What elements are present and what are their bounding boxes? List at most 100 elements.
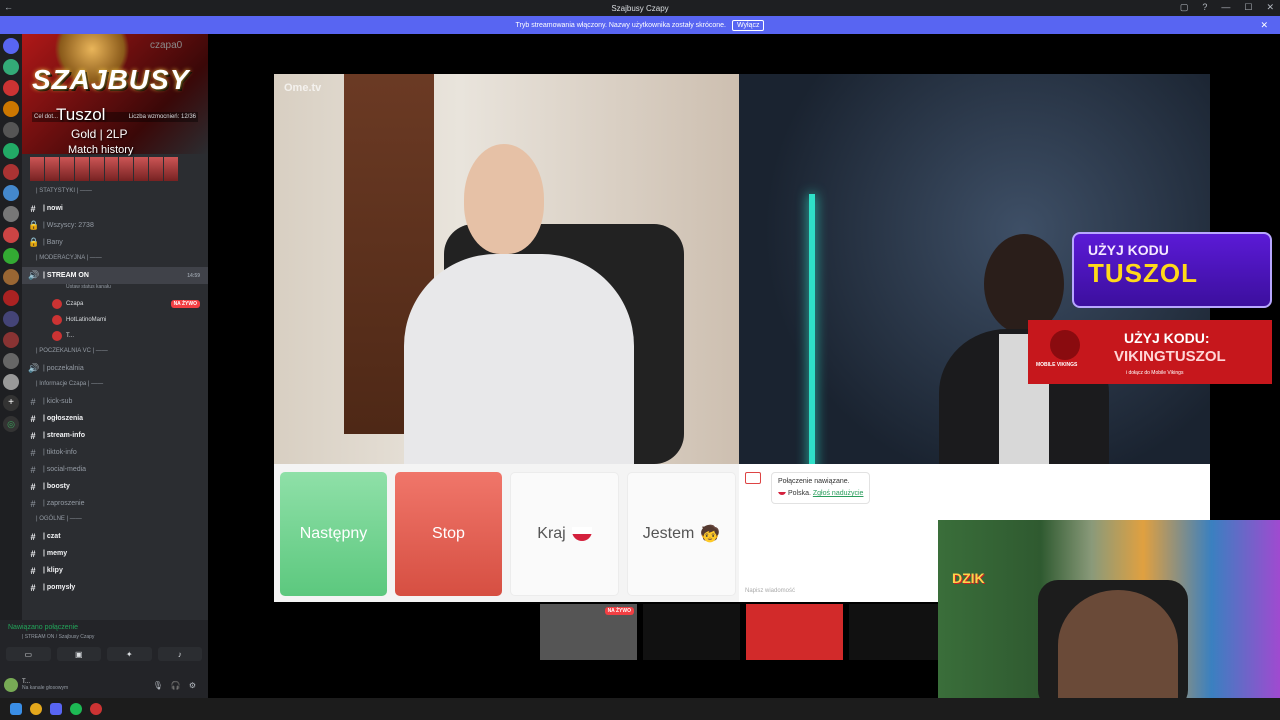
report-link[interactable]: Zgłoś nadużycie bbox=[813, 490, 864, 497]
vikings-logo-icon bbox=[1050, 330, 1080, 360]
channel-item[interactable]: # | zaproszenie bbox=[22, 495, 208, 512]
overlay-match-history: Match history bbox=[68, 144, 134, 156]
chrome-icon[interactable] bbox=[30, 703, 42, 715]
server-icon[interactable] bbox=[3, 311, 19, 327]
server-icon[interactable] bbox=[3, 143, 19, 159]
channel-item[interactable]: # | tiktok-info bbox=[22, 444, 208, 461]
channel-item[interactable]: 🔊 | STREAM ON 14:59 bbox=[22, 267, 208, 284]
server-icon[interactable] bbox=[3, 353, 19, 369]
disable-button[interactable]: Wyłącz bbox=[731, 19, 765, 31]
participant-tile[interactable]: NA ŻYWO bbox=[540, 604, 637, 660]
server-icon[interactable] bbox=[3, 290, 19, 306]
country-button[interactable]: Kraj bbox=[510, 472, 619, 596]
channel-item[interactable]: 🔒 | Wszyscy: 2738 bbox=[22, 217, 208, 234]
mic-icon[interactable]: 🎙 bbox=[153, 681, 163, 690]
minimize-icon[interactable]: — bbox=[1221, 2, 1230, 13]
category-header[interactable]: | POCZEKALNIA VC | —— bbox=[22, 344, 208, 360]
user-bar: T... Na kanale głosowym 🎙 🎧 ⚙ bbox=[0, 672, 208, 698]
category-header[interactable]: | Informacje Czapa | —— bbox=[22, 377, 208, 393]
category-header[interactable]: | OGÓLNE | —— bbox=[22, 512, 208, 528]
channel-label: | czat bbox=[43, 533, 61, 540]
avatar[interactable] bbox=[4, 678, 18, 692]
lock-icon: 🔒 bbox=[28, 220, 40, 230]
voice-user-name: HotLatinoMami bbox=[66, 317, 107, 323]
server-icon[interactable] bbox=[3, 185, 19, 201]
soundboard-icon[interactable]: ♪ bbox=[157, 647, 202, 661]
discord-icon[interactable] bbox=[50, 703, 62, 715]
avatar bbox=[52, 299, 62, 309]
app-icon[interactable] bbox=[90, 703, 102, 715]
dzik-sign: DZIK bbox=[952, 570, 985, 586]
hashtag-icon: # bbox=[30, 548, 36, 559]
participant-tile[interactable] bbox=[643, 604, 740, 660]
server-icon[interactable] bbox=[3, 248, 19, 264]
start-icon[interactable] bbox=[10, 703, 22, 715]
channel-item[interactable]: 🔊 | poczekalnia bbox=[22, 360, 208, 377]
next-button[interactable]: Następny bbox=[280, 472, 387, 596]
channel-item[interactable]: # | stream-info bbox=[22, 427, 208, 444]
home-icon[interactable] bbox=[3, 38, 19, 54]
channel-item[interactable]: # | ogłoszenia bbox=[22, 410, 208, 427]
server-icon[interactable] bbox=[3, 101, 19, 117]
hashtag-icon: # bbox=[30, 464, 36, 475]
voice-channel-info[interactable]: | STREAM ON / Szajbusy Czapy bbox=[22, 634, 94, 640]
champion-thumb bbox=[134, 157, 149, 181]
voice-user[interactable]: Czapa NA ŻYWO bbox=[22, 296, 208, 312]
message-input[interactable]: Napisz wiadomość bbox=[745, 588, 795, 594]
server-icon[interactable] bbox=[3, 164, 19, 180]
server-icon[interactable] bbox=[3, 80, 19, 96]
headphones-icon[interactable]: 🎧 bbox=[171, 681, 181, 690]
channel-label: | tiktok-info bbox=[43, 449, 77, 456]
channel-item[interactable]: # | boosty bbox=[22, 478, 208, 495]
close-icon[interactable]: ✕ bbox=[1260, 20, 1268, 31]
streamer-facecam: DZIK bbox=[938, 520, 1280, 698]
server-icon[interactable] bbox=[3, 59, 19, 75]
stop-button[interactable]: Stop bbox=[395, 472, 502, 596]
channel-label: | nowi bbox=[43, 205, 63, 212]
server-icon[interactable] bbox=[3, 206, 19, 222]
voice-controls: ▭ ▣ ✦ ♪ bbox=[6, 647, 202, 661]
channel-item[interactable]: # | nowi bbox=[22, 200, 208, 217]
discover-icon[interactable]: ◎ bbox=[3, 416, 19, 432]
participant-tile[interactable] bbox=[746, 604, 843, 660]
channel-item[interactable]: # | czat bbox=[22, 528, 208, 545]
server-icon[interactable] bbox=[3, 332, 19, 348]
server-icon[interactable] bbox=[3, 227, 19, 243]
server-icon[interactable] bbox=[3, 269, 19, 285]
activities-icon[interactable]: ✦ bbox=[107, 647, 152, 661]
streamer-person bbox=[1058, 590, 1178, 698]
gear-icon[interactable]: ⚙ bbox=[189, 681, 196, 690]
participant-thumbnails: NA ŻYWO bbox=[540, 604, 946, 660]
close-icon[interactable]: ✕ bbox=[1266, 2, 1274, 13]
channel-label: | kick-sub bbox=[43, 398, 73, 405]
gender-button[interactable]: Jestem 🧒 bbox=[627, 472, 736, 596]
camera-icon[interactable]: ▭ bbox=[6, 647, 51, 661]
inbox-icon[interactable]: ▢ bbox=[1180, 2, 1189, 13]
channel-item[interactable]: # | kick-sub bbox=[22, 393, 208, 410]
maximize-icon[interactable]: ☐ bbox=[1244, 2, 1252, 13]
channel-item[interactable]: # | klipy bbox=[22, 562, 208, 579]
participant-tile[interactable] bbox=[849, 604, 946, 660]
category-header[interactable]: | STATYSTYKI | —— bbox=[22, 184, 208, 200]
screen-share-icon[interactable]: ▣ bbox=[56, 647, 101, 661]
voice-user[interactable]: T... bbox=[22, 328, 208, 344]
help-icon[interactable]: ? bbox=[1202, 2, 1207, 13]
voice-status[interactable]: Nawiązano połączenie bbox=[8, 624, 78, 631]
server-icon[interactable] bbox=[3, 374, 19, 390]
channel-label: | poczekalnia bbox=[43, 365, 84, 372]
back-icon[interactable]: ← bbox=[4, 2, 13, 12]
channel-item[interactable]: # | memy bbox=[22, 545, 208, 562]
category-header[interactable]: | MODERACYJNA | —— bbox=[22, 251, 208, 267]
channel-status-hint[interactable]: Ustaw status kanału bbox=[22, 284, 208, 296]
channel-item[interactable]: 🔒 | Bany bbox=[22, 234, 208, 251]
server-icon[interactable] bbox=[3, 122, 19, 138]
overlay-rank: Gold | 2LP bbox=[71, 127, 128, 141]
spotify-icon[interactable] bbox=[70, 703, 82, 715]
channel-item[interactable]: # | social-media bbox=[22, 461, 208, 478]
taskbar bbox=[0, 698, 1280, 720]
hashtag-icon: # bbox=[30, 396, 36, 407]
add-server-icon[interactable]: + bbox=[3, 395, 19, 411]
voice-user[interactable]: HotLatinoMami bbox=[22, 312, 208, 328]
channel-item[interactable]: # | pomysły bbox=[22, 579, 208, 596]
channel-time: 14:59 bbox=[187, 272, 200, 279]
